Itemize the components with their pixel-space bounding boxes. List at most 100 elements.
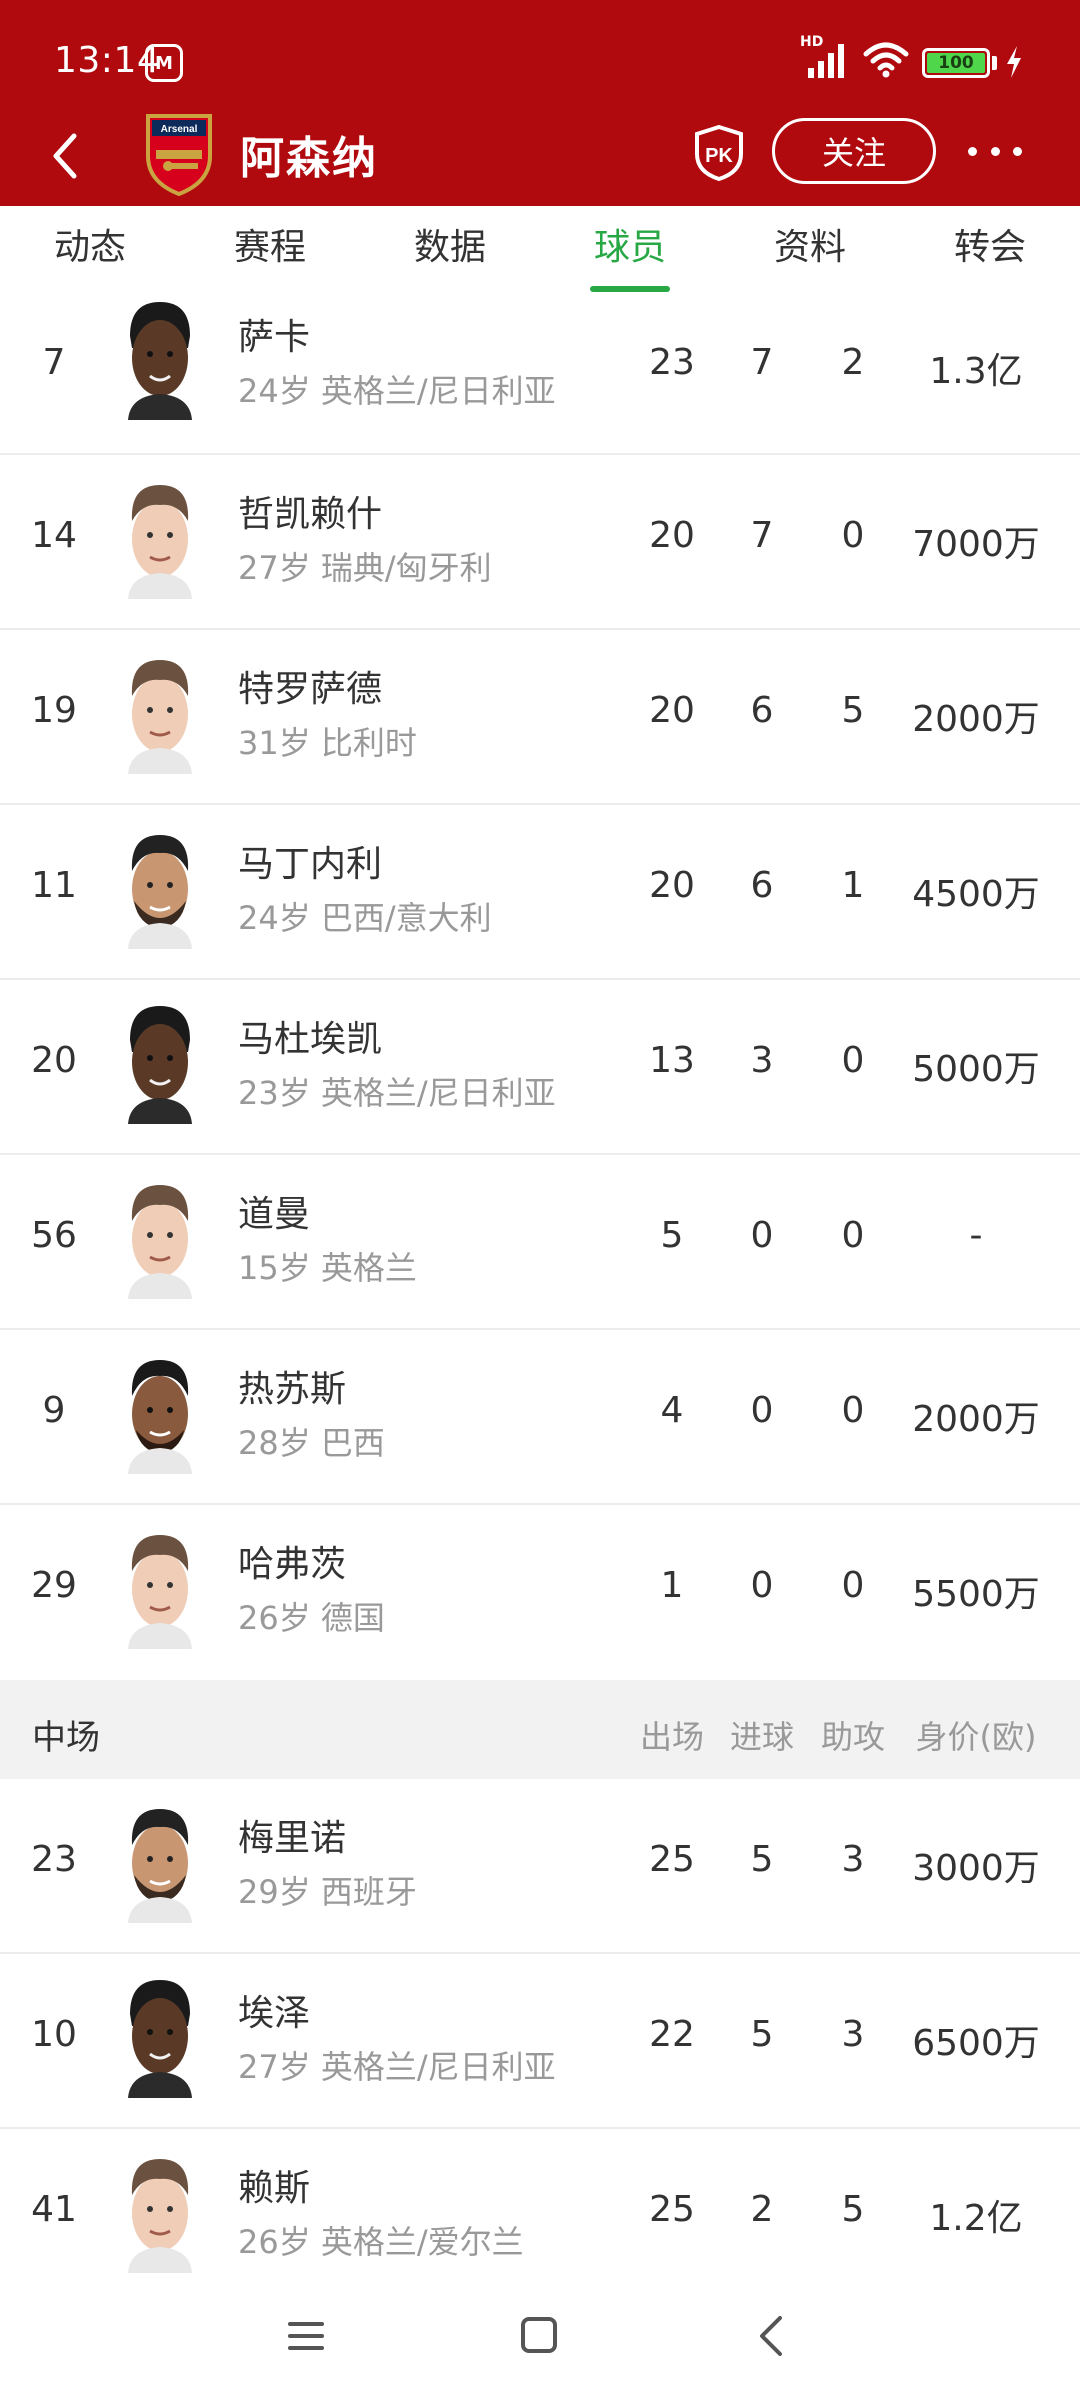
team-crest-icon: Arsenal <box>146 114 212 196</box>
player-photo <box>108 296 212 420</box>
stat-market-value: 1.3亿 <box>929 351 1023 392</box>
player-meta: 31岁 比利时 <box>238 724 417 762</box>
player-photo <box>108 475 212 599</box>
player-meta: 24岁 英格兰/尼日利亚 <box>238 372 556 410</box>
player-photo <box>108 1175 212 1299</box>
player-row[interactable]: 56 道曼 15岁 英格兰 5 0 0 - <box>0 1155 1080 1330</box>
player-meta: 26岁 英格兰/爱尔兰 <box>238 2223 524 2261</box>
player-meta: 28岁 巴西 <box>238 1424 385 1462</box>
player-meta: 15岁 英格兰 <box>238 1249 417 1287</box>
player-number: 56 <box>31 1215 77 1256</box>
stat-appearances: 20 <box>649 865 695 906</box>
tab-news[interactable]: 动态 <box>0 206 180 294</box>
player-row[interactable]: 14 哲凯赖什 27岁 瑞典/匈牙利 20 7 0 7000万 <box>0 455 1080 630</box>
player-row[interactable]: 20 马杜埃凯 23岁 英格兰/尼日利亚 13 3 0 5000万 <box>0 980 1080 1155</box>
wifi-icon <box>863 42 909 78</box>
player-name: 马丁内利 <box>238 844 383 885</box>
player-number: 11 <box>31 865 77 906</box>
column-header-value: 身价(欧) <box>915 1718 1037 1756</box>
page-title: 阿森纳 <box>240 133 378 184</box>
stat-assists: 0 <box>841 515 865 556</box>
system-back-icon[interactable] <box>756 2314 786 2358</box>
battery-cap <box>992 56 997 70</box>
player-number: 20 <box>31 1040 77 1081</box>
stat-market-value: 2000万 <box>912 699 1040 740</box>
player-number: 10 <box>31 2014 77 2055</box>
player-row[interactable]: 10 埃泽 27岁 英格兰/尼日利亚 22 5 3 6500万 <box>0 1954 1080 2129</box>
player-row[interactable]: 7 萨卡 24岁 英格兰/尼日利亚 23 7 2 1.3亿 <box>0 294 1080 455</box>
player-name: 萨卡 <box>238 317 311 358</box>
section-header-midfield: 中场 出场 进球 助攻 身价(欧) <box>0 1680 1080 1779</box>
player-row[interactable]: 11 马丁内利 24岁 巴西/意大利 20 6 1 4500万 <box>0 805 1080 980</box>
player-row[interactable]: 23 梅里诺 29岁 西班牙 25 5 3 3000万 <box>0 1779 1080 1954</box>
back-arrow-icon[interactable] <box>44 128 88 184</box>
stat-appearances: 5 <box>660 1215 684 1256</box>
player-name: 赖斯 <box>238 2168 311 2209</box>
stat-market-value: 6500万 <box>912 2023 1040 2064</box>
stat-appearances: 20 <box>649 690 695 731</box>
tab-transfers[interactable]: 转会 <box>900 206 1080 294</box>
player-name: 埃泽 <box>238 1993 311 2034</box>
stat-goals: 7 <box>750 515 774 556</box>
pk-compare-icon[interactable]: PK <box>692 124 746 182</box>
more-options-icon[interactable] <box>968 136 1022 166</box>
player-name: 马杜埃凯 <box>238 1019 383 1060</box>
stat-goals: 2 <box>750 2189 774 2230</box>
player-meta: 27岁 英格兰/尼日利亚 <box>238 2048 556 2086</box>
stat-assists: 0 <box>841 1215 865 1256</box>
player-meta: 29岁 西班牙 <box>238 1873 417 1911</box>
tab-players[interactable]: 球员 <box>540 206 720 294</box>
player-number: 14 <box>31 515 77 556</box>
stat-market-value: 3000万 <box>912 1848 1040 1889</box>
stat-goals: 5 <box>750 2014 774 2055</box>
player-name: 哲凯赖什 <box>238 494 383 535</box>
notification-app-icon: M <box>145 44 183 82</box>
player-name: 热苏斯 <box>238 1369 347 1410</box>
battery-level: 100 <box>927 53 985 73</box>
player-row[interactable]: 41 赖斯 26岁 英格兰/爱尔兰 25 2 5 1.2亿 <box>0 2129 1080 2274</box>
player-number: 41 <box>31 2189 77 2230</box>
tab-schedule[interactable]: 赛程 <box>180 206 360 294</box>
battery-icon: 100 <box>922 48 990 78</box>
player-list: 7 萨卡 24岁 英格兰/尼日利亚 23 7 2 1.3亿 14 哲凯赖什 27… <box>0 294 1080 2274</box>
player-photo <box>108 1799 212 1923</box>
stat-assists: 3 <box>841 2014 865 2055</box>
player-row[interactable]: 9 热苏斯 28岁 巴西 4 0 0 2000万 <box>0 1330 1080 1505</box>
player-photo <box>108 1000 212 1124</box>
stat-market-value: 5500万 <box>912 1574 1040 1615</box>
player-name: 道曼 <box>238 1194 311 1235</box>
stat-appearances: 13 <box>649 1040 695 1081</box>
nav-bar: Arsenal 阿森纳 PK 关注 <box>0 110 1080 206</box>
player-photo <box>108 1525 212 1649</box>
stat-market-value: 2000万 <box>912 1399 1040 1440</box>
stat-appearances: 4 <box>660 1390 684 1431</box>
tab-stats[interactable]: 数据 <box>360 206 540 294</box>
player-name: 梅里诺 <box>238 1818 347 1859</box>
column-header-appearances: 出场 <box>639 1718 704 1756</box>
player-meta: 24岁 巴西/意大利 <box>238 899 492 937</box>
player-number: 9 <box>42 1390 66 1431</box>
stat-assists: 0 <box>841 1565 865 1606</box>
home-icon[interactable] <box>520 2316 558 2354</box>
recent-apps-icon[interactable] <box>286 2318 326 2354</box>
stat-appearances: 25 <box>649 2189 695 2230</box>
player-photo <box>108 1974 212 2098</box>
stat-goals: 6 <box>750 690 774 731</box>
tab-profile[interactable]: 资料 <box>720 206 900 294</box>
stat-market-value: 5000万 <box>912 1049 1040 1090</box>
player-meta: 26岁 德国 <box>238 1599 385 1637</box>
stat-assists: 5 <box>841 2189 865 2230</box>
follow-button[interactable]: 关注 <box>772 118 936 184</box>
player-row[interactable]: 19 特罗萨德 31岁 比利时 20 6 5 2000万 <box>0 630 1080 805</box>
stat-appearances: 20 <box>649 515 695 556</box>
player-photo <box>108 825 212 949</box>
stat-appearances: 22 <box>649 2014 695 2055</box>
stat-assists: 1 <box>841 865 865 906</box>
crest-text: Arsenal <box>161 124 198 135</box>
status-bar: 13:14 M HD 100 <box>0 0 1080 120</box>
player-row[interactable]: 29 哈弗茨 26岁 德国 1 0 0 5500万 <box>0 1505 1080 1680</box>
stat-appearances: 23 <box>649 342 695 383</box>
stat-assists: 0 <box>841 1390 865 1431</box>
stat-goals: 0 <box>750 1565 774 1606</box>
stat-goals: 7 <box>750 342 774 383</box>
